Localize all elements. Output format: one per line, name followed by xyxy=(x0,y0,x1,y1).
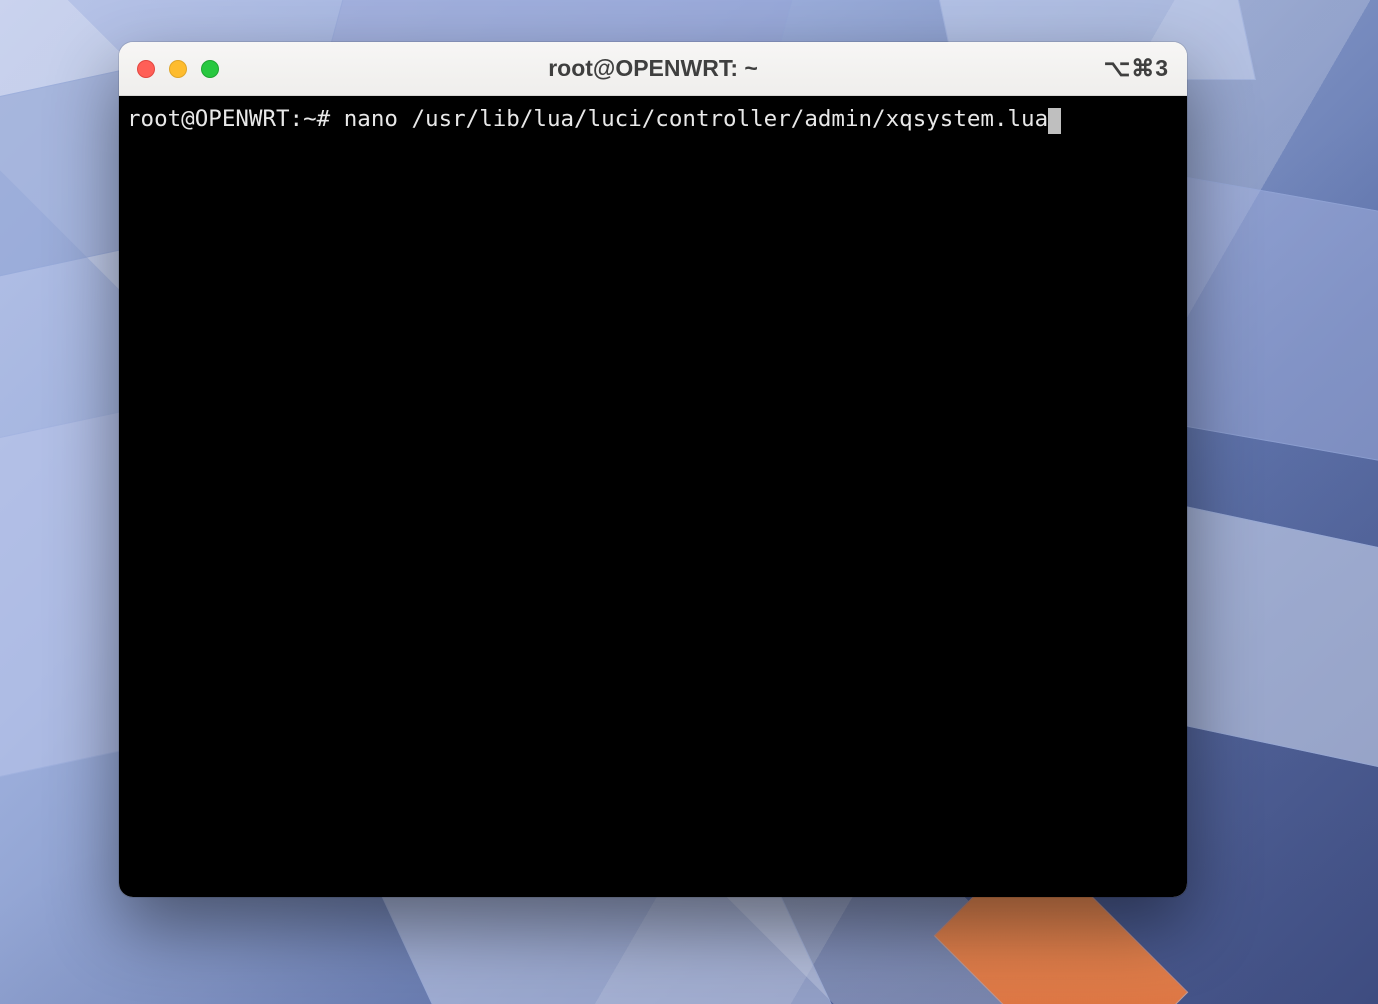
bg-shape xyxy=(1168,502,1378,777)
minimize-button[interactable] xyxy=(169,60,187,78)
maximize-button[interactable] xyxy=(201,60,219,78)
cursor-icon xyxy=(1048,108,1061,134)
window-title: root@OPENWRT: ~ xyxy=(119,55,1187,82)
terminal-prompt: root@OPENWRT:~# xyxy=(127,106,330,132)
terminal-window[interactable]: root@OPENWRT: ~ ⌥⌘3 root@OPENWRT:~# nano… xyxy=(119,42,1187,897)
bg-shape xyxy=(376,884,851,1004)
terminal-command: nano /usr/lib/lua/luci/controller/admin/… xyxy=(344,106,1048,132)
window-titlebar[interactable]: root@OPENWRT: ~ ⌥⌘3 xyxy=(119,42,1187,96)
terminal-body[interactable]: root@OPENWRT:~# nano /usr/lib/lua/luci/c… xyxy=(119,96,1187,897)
bg-shape xyxy=(1178,175,1378,474)
window-shortcut-indicator: ⌥⌘3 xyxy=(1104,55,1169,82)
close-button[interactable] xyxy=(137,60,155,78)
traffic-lights xyxy=(137,60,219,78)
